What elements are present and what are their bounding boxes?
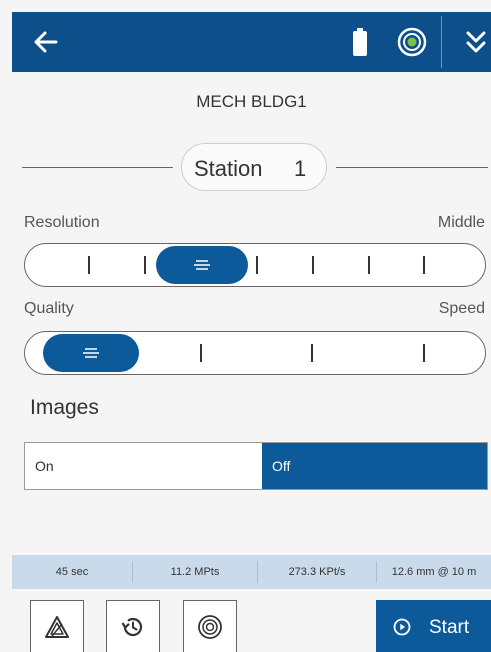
tilt-warning-icon xyxy=(45,615,69,638)
images-label: Images xyxy=(30,396,99,419)
arrow-left-icon[interactable] xyxy=(30,26,62,58)
battery-icon xyxy=(353,28,367,56)
history-icon xyxy=(121,617,143,636)
images-toggle: On Off xyxy=(24,442,488,490)
slider-tick xyxy=(256,256,258,274)
station-number: 1 xyxy=(294,156,307,181)
drag-handle-icon xyxy=(83,348,99,358)
station-divider-left xyxy=(22,167,173,168)
images-off-label: Off xyxy=(272,458,291,474)
station-selector[interactable]: Station 1 xyxy=(181,143,327,191)
resolution-value: Middle xyxy=(437,214,485,231)
top-bar xyxy=(12,12,491,72)
quality-slider[interactable] xyxy=(24,331,486,375)
play-circle-icon xyxy=(393,618,411,636)
quality-value: Speed xyxy=(438,300,485,317)
images-on-label: On xyxy=(35,458,54,474)
quality-label: Quality xyxy=(24,300,74,317)
slider-tick xyxy=(200,344,202,362)
slider-tick xyxy=(144,256,146,274)
station-label: Station xyxy=(194,156,263,181)
scan-duration: 45 sec xyxy=(55,566,89,578)
slider-tick xyxy=(423,344,425,362)
slider-tick xyxy=(423,256,425,274)
double-chevron-down-icon[interactable] xyxy=(462,26,490,58)
images-off-option[interactable]: Off xyxy=(262,443,487,489)
tilt-check-button[interactable] xyxy=(30,600,84,652)
resolution-label: Resolution xyxy=(24,214,100,231)
point-spacing: 12.6 mm @ 10 m xyxy=(391,566,477,578)
project-name: MECH BLDG1 xyxy=(196,92,307,111)
resolution-slider[interactable] xyxy=(24,243,486,287)
target-button[interactable] xyxy=(183,600,237,652)
slider-tick xyxy=(311,344,313,362)
header-divider xyxy=(441,16,442,68)
slider-tick xyxy=(368,256,370,274)
scan-rate: 273.3 KPt/s xyxy=(288,566,346,578)
target-icon xyxy=(198,614,222,639)
scan-stats-bar: 45 sec 11.2 MPts 273.3 KPt/s 12.6 mm @ 1… xyxy=(12,555,491,589)
images-on-option[interactable]: On xyxy=(25,443,261,489)
slider-tick xyxy=(88,256,90,274)
target-icon[interactable] xyxy=(396,26,428,58)
history-button[interactable] xyxy=(106,600,160,652)
start-label: Start xyxy=(429,617,470,638)
start-button[interactable]: Start xyxy=(376,600,491,652)
slider-tick xyxy=(312,256,314,274)
station-divider-right xyxy=(336,167,488,168)
resolution-slider-thumb[interactable] xyxy=(156,246,248,284)
point-count: 11.2 MPts xyxy=(170,566,220,578)
drag-handle-icon xyxy=(194,260,210,270)
quality-slider-thumb[interactable] xyxy=(43,334,139,372)
